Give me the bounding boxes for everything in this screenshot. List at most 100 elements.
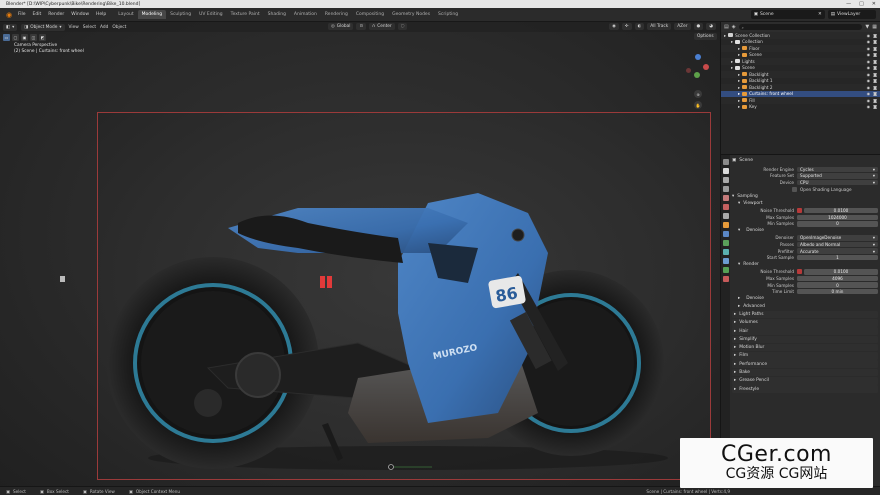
expand-icon[interactable]: ▸ [731, 39, 733, 44]
camera-icon[interactable]: ◙ [873, 39, 877, 44]
r-denoise-subsection[interactable]: ▸ Denoise [732, 295, 878, 303]
render-subsection[interactable]: ▾ Render [732, 261, 878, 269]
expand-icon[interactable]: ▸ [738, 104, 740, 109]
expand-icon[interactable]: ▸ [738, 91, 740, 96]
camera-icon[interactable]: ◙ [873, 78, 877, 83]
filter-icon[interactable]: ▼ [865, 24, 869, 30]
scene-selector[interactable]: ▣ Scene ✕ [750, 10, 825, 19]
sidebar-toggle-icon[interactable] [60, 276, 65, 282]
axis-y-icon[interactable] [694, 72, 700, 78]
proportional-edit-button[interactable]: ◌ [397, 23, 408, 30]
particles-tab-icon[interactable] [722, 240, 729, 246]
tool-tab-icon[interactable] [722, 159, 729, 165]
collection-tab-icon[interactable] [722, 213, 729, 219]
view-layer-selector[interactable]: ▤ ViewLayer [827, 10, 876, 19]
data-tab-icon[interactable] [722, 267, 729, 273]
overlay-toggle[interactable]: ◐ [634, 23, 645, 30]
expand-icon[interactable]: ▸ [724, 33, 726, 38]
eye-icon[interactable]: ◉ [867, 46, 871, 51]
eye-icon[interactable]: ◉ [867, 78, 871, 83]
vp-denoise-subsection[interactable]: ▾ Denoise [732, 227, 878, 235]
camera-icon[interactable]: ◙ [873, 65, 877, 70]
scene-tab-icon[interactable] [722, 195, 729, 201]
feature-set-dropdown[interactable]: Supported ▾ [797, 173, 878, 179]
render-tab-icon[interactable] [722, 168, 729, 174]
time-limit-field[interactable]: 0 min [797, 288, 878, 295]
tab-uv-editing[interactable]: UV Editing [195, 10, 226, 19]
expand-icon[interactable]: ▸ [738, 72, 740, 77]
tab-geometry-nodes[interactable]: Geometry Nodes [388, 10, 434, 19]
output-tab-icon[interactable] [722, 177, 729, 183]
eye-icon[interactable]: ◉ [867, 91, 871, 96]
eye-icon[interactable]: ◉ [867, 72, 871, 77]
world-tab-icon[interactable] [722, 204, 729, 210]
camera-icon[interactable]: ◙ [873, 85, 877, 90]
camera-icon[interactable]: ◙ [873, 72, 877, 77]
orientation-selector[interactable]: ◎ Global [328, 23, 354, 30]
menu-object[interactable]: Object [112, 25, 126, 30]
camera-icon[interactable]: ◙ [873, 59, 877, 64]
prefilter-dropdown[interactable]: Accurate ▾ [797, 248, 878, 254]
camera-icon[interactable]: ◙ [873, 104, 877, 109]
collapsed-section[interactable]: ▸ Volumes [732, 319, 878, 327]
collapsed-section[interactable]: ▸ Light Paths [732, 310, 878, 319]
minimize-button[interactable]: — [846, 1, 851, 7]
eye-icon[interactable]: ◉ [867, 98, 871, 103]
eye-icon[interactable]: ◉ [867, 65, 871, 70]
eye-icon[interactable]: ◉ [867, 104, 871, 109]
maximize-button[interactable]: □ [859, 1, 864, 7]
collapsed-section[interactable]: ▸ Hair [732, 327, 878, 335]
eye-icon[interactable]: ◉ [867, 33, 871, 38]
camera-icon[interactable]: ◙ [873, 33, 877, 38]
select-subtract-icon[interactable]: ◫ [30, 34, 37, 41]
eye-icon[interactable]: ◉ [867, 52, 871, 57]
expand-icon[interactable]: ▸ [738, 85, 740, 90]
osl-checkbox-wrap[interactable]: Open Shading Language [792, 186, 855, 192]
r-min-samples-field[interactable]: 0 [797, 282, 878, 288]
menu-select[interactable]: Select [83, 25, 96, 30]
tab-animation[interactable]: Animation [290, 10, 321, 19]
material-tab-icon[interactable] [722, 276, 729, 282]
passes-dropdown[interactable]: Albedo and Normal ▾ [797, 241, 878, 248]
collapsed-section[interactable]: ▸ Film [732, 352, 878, 360]
tab-scripting[interactable]: Scripting [434, 10, 462, 19]
eye-icon[interactable]: ◉ [867, 59, 871, 64]
menu-render[interactable]: Render [48, 12, 64, 17]
menu-edit[interactable]: Edit [33, 12, 42, 17]
tab-sculpting[interactable]: Sculpting [166, 10, 195, 19]
menu-file[interactable]: File [18, 12, 26, 17]
collapsed-section[interactable]: ▸ Performance [732, 360, 878, 368]
tab-modeling[interactable]: Modeling [137, 10, 167, 19]
3d-viewport[interactable]: ◧ ▾ ◨ Object Mode ▾ View Select Add Object … [0, 22, 720, 495]
expand-icon[interactable]: ▸ [731, 59, 733, 64]
expand-icon[interactable]: ▸ [731, 65, 733, 70]
start-sample-field[interactable]: 1 [797, 254, 878, 261]
viewport-subsection[interactable]: ▾ Viewport [732, 200, 878, 208]
camera-icon[interactable]: ◙ [873, 91, 877, 96]
collapsed-section[interactable]: ▸ Grease Pencil [732, 377, 878, 385]
expand-icon[interactable]: ▸ [738, 52, 740, 57]
display-mode-icon[interactable]: ◈ [732, 24, 736, 30]
gizmo-toggle[interactable]: ✣ [621, 23, 632, 30]
menu-help[interactable]: Help [96, 12, 106, 17]
select-invert-icon[interactable]: ◩ [39, 34, 46, 41]
menu-view[interactable]: View [69, 25, 79, 30]
camera-icon[interactable]: ◙ [873, 52, 877, 57]
axis-x-icon[interactable] [703, 64, 709, 70]
view-layer-tab-icon[interactable] [722, 186, 729, 192]
sampling-section[interactable]: ▾ Sampling [732, 192, 878, 200]
editor-type-button[interactable]: ◧ ▾ [3, 23, 18, 31]
vp-min-samples-field[interactable]: 0 [797, 221, 878, 227]
r-max-samples-field[interactable]: 4096 [797, 275, 878, 282]
noise-threshold-checkbox[interactable] [797, 208, 802, 214]
modifier-tab-icon[interactable] [722, 231, 729, 237]
shading-rendered-button[interactable]: ◕ [706, 23, 716, 30]
denoiser-dropdown[interactable]: OpenImageDenoise ▾ [797, 235, 878, 241]
hand-icon[interactable]: ✋ [694, 101, 702, 109]
outliner-row[interactable]: ▸ Key ◉ ◙ [721, 104, 880, 111]
expand-icon[interactable]: ▸ [738, 98, 740, 103]
outliner-editor-icon[interactable]: ▤ [724, 24, 729, 30]
blender-logo-icon[interactable]: ◉ [4, 10, 14, 20]
axis-neg-x-icon[interactable] [686, 68, 691, 73]
render-engine-dropdown[interactable]: Cycles ▾ [797, 166, 878, 173]
